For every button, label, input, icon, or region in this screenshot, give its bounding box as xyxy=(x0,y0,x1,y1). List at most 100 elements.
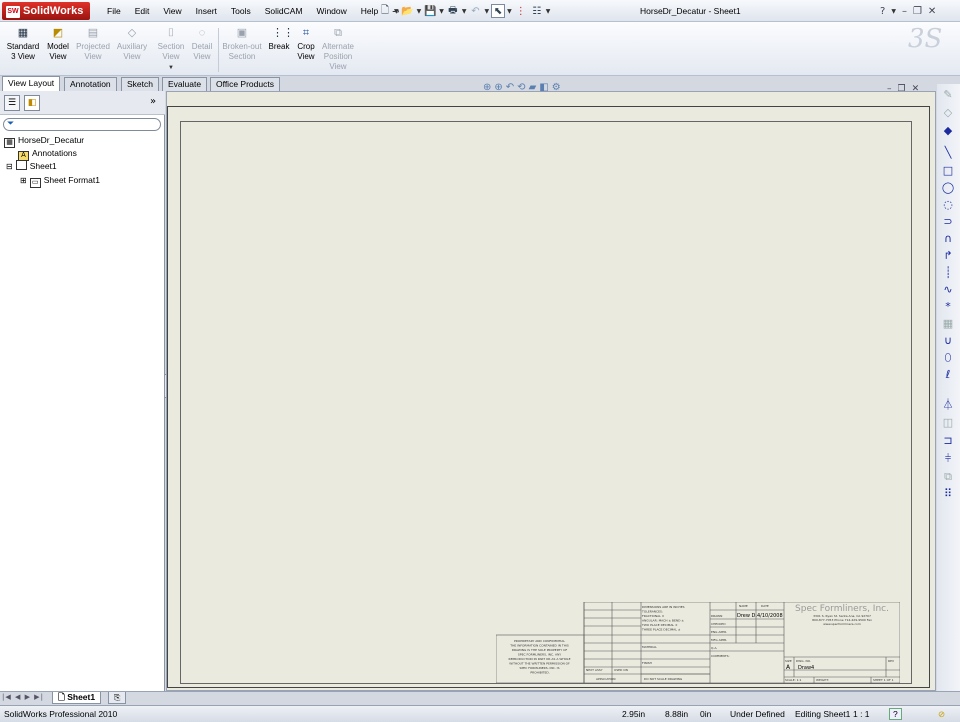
break-button[interactable]: ⋮⋮ Break xyxy=(266,26,294,52)
select-dropdown-icon[interactable]: ▼ xyxy=(507,8,512,15)
checked-label: CHECKED xyxy=(711,622,726,626)
menu-insert[interactable]: Insert xyxy=(189,6,224,16)
rotate-view-icon[interactable]: ⟲ xyxy=(517,82,525,96)
move-entities-icon[interactable]: ⧉ xyxy=(941,470,955,484)
standard-3-view-button[interactable]: ▦ Standard 3 View xyxy=(4,26,42,62)
model-view-button[interactable]: ◩ Model View xyxy=(44,26,72,62)
expand-panel-icon[interactable]: » xyxy=(150,96,156,107)
menu-view[interactable]: View xyxy=(156,6,188,16)
menu-solidcam[interactable]: SolidCAM xyxy=(258,6,310,16)
fillet-icon[interactable]: ↱ xyxy=(941,249,955,263)
partial-ellipse-icon[interactable]: ℓ xyxy=(941,368,955,382)
section-view-dropdown-icon[interactable]: ▼ xyxy=(168,65,174,71)
mirror-entities-icon[interactable]: ⫩ xyxy=(941,452,955,466)
open-folder-icon[interactable]: 📂 xyxy=(401,4,415,18)
restore-icon[interactable]: ❐ xyxy=(913,6,922,17)
graphics-restore-icon[interactable]: ❐ xyxy=(898,84,906,94)
grid-icon[interactable]: ▦ xyxy=(941,317,955,331)
save-dropdown-icon[interactable]: ▼ xyxy=(439,8,444,15)
close-icon[interactable]: ✕ xyxy=(928,6,936,17)
add-sheet-icon[interactable]: ⎘ xyxy=(108,692,127,704)
print-icon[interactable]: 🖶 xyxy=(446,4,460,18)
polygon-icon[interactable]: ⏃ xyxy=(941,398,955,412)
menu-window[interactable]: Window xyxy=(310,6,354,16)
smart-dimension-icon[interactable]: ◇ xyxy=(941,106,955,120)
offset-entities-icon[interactable]: ◫ xyxy=(941,416,955,430)
tree-item-sheet1[interactable]: ⊟ Sheet1 xyxy=(6,160,57,173)
section-view-button[interactable]: ⌷ Section View ▼ xyxy=(154,26,188,73)
zoom-to-area-icon[interactable]: ⊕ xyxy=(494,82,502,96)
detail-view-button[interactable]: ◌ Detail View xyxy=(188,26,216,62)
view-settings-icon[interactable]: ⚙ xyxy=(552,82,561,96)
sheet-scroll-buttons[interactable]: |◀ ◀ ▶ ▶| xyxy=(2,693,44,701)
drawn-date-value: 4/10/2008 xyxy=(757,613,783,619)
expand-icon[interactable]: ⊞ xyxy=(20,176,27,185)
hide-show-icon[interactable]: ◧ xyxy=(539,82,548,96)
graphics-area[interactable]: ⊕ ⊕ ↶ ⟲ ▰ ◧ ⚙ – ❐ ✕ Spec Formliners, Inc… xyxy=(166,82,936,691)
tab-annotation[interactable]: Annotation xyxy=(64,77,117,91)
minimize-icon[interactable]: – xyxy=(902,6,907,17)
new-document-icon[interactable]: 🗋 xyxy=(378,4,392,18)
drawing-sheet[interactable]: Spec Formliners, Inc. 3301 S. Ryan St. S… xyxy=(167,106,930,688)
scale-status: 1 : 1 xyxy=(853,709,870,719)
tree-root[interactable]: ▦ HorseDr_Decatur xyxy=(4,134,84,148)
spline-icon[interactable]: ∿ xyxy=(941,283,955,297)
centerline-icon[interactable]: ┊ xyxy=(941,266,955,280)
menu-file[interactable]: File xyxy=(100,6,128,16)
projected-view-button[interactable]: ▤ Projected View xyxy=(74,26,112,62)
undo-dropdown-icon[interactable]: ▼ xyxy=(485,8,490,15)
rebuild-icon[interactable]: ⊘ xyxy=(938,709,945,720)
tab-sketch[interactable]: Sketch xyxy=(121,77,159,91)
alternate-position-view-button[interactable]: ⧉ Alternate Position View xyxy=(318,26,358,72)
feature-tree-filter[interactable]: ⏷ xyxy=(3,118,161,131)
options-dropdown-icon[interactable]: ▼ xyxy=(546,8,551,15)
sketch-icon[interactable]: ✎ xyxy=(941,88,955,102)
tangent-arc-icon[interactable]: ⊃ xyxy=(941,215,955,229)
save-icon[interactable]: 💾 xyxy=(423,4,437,18)
select-cursor-icon[interactable]: ⬉ xyxy=(491,4,506,18)
previous-view-icon[interactable]: ↶ xyxy=(506,82,514,96)
company-web: www.specformliners.com xyxy=(823,622,861,626)
menu-edit[interactable]: Edit xyxy=(128,6,157,16)
pattern-icon[interactable]: ⠿ xyxy=(941,487,955,501)
auxiliary-view-button[interactable]: ◇ Auxiliary View xyxy=(114,26,150,62)
line-icon[interactable]: ╲ xyxy=(941,146,955,160)
graphics-close-icon[interactable]: ✕ xyxy=(912,84,920,94)
crop-view-button[interactable]: ⌗ Crop View xyxy=(294,26,318,62)
open-dropdown-icon[interactable]: ▼ xyxy=(417,8,422,15)
three-point-arc-icon[interactable]: ∩ xyxy=(941,232,955,246)
rectangle-icon[interactable]: □ xyxy=(941,164,955,178)
help-dropdown-icon[interactable]: ▼ xyxy=(891,8,896,15)
zoom-to-fit-icon[interactable]: ⊕ xyxy=(483,82,491,96)
new-dropdown-icon[interactable]: ▼ xyxy=(394,8,399,15)
trim-entities-icon[interactable]: ⊐ xyxy=(941,434,955,448)
options-icon[interactable]: ☷ xyxy=(530,4,544,18)
feature-manager-tab-icon[interactable]: ☰ xyxy=(4,95,20,111)
tab-sheet1[interactable]: 🗋 Sheet1 xyxy=(52,692,102,704)
button-label: Section xyxy=(228,52,256,61)
display-style-icon[interactable]: ▰ xyxy=(529,82,537,96)
solidworks-logo[interactable]: SW SolidWorks xyxy=(2,2,90,20)
broken-out-section-button[interactable]: ▣ Broken-out Section xyxy=(220,26,264,62)
tab-view-layout[interactable]: View Layout xyxy=(2,76,61,91)
property-manager-tab-icon[interactable]: ◧ xyxy=(24,95,40,111)
print-dropdown-icon[interactable]: ▼ xyxy=(462,8,467,15)
help-icon[interactable]: ? xyxy=(880,6,885,17)
u-shape-icon[interactable]: ∪ xyxy=(941,334,955,348)
centerpoint-arc-icon[interactable]: ◌ xyxy=(941,198,955,212)
collapse-icon[interactable]: ⊟ xyxy=(6,162,13,171)
tab-evaluate[interactable]: Evaluate xyxy=(162,77,208,91)
point-icon[interactable]: * xyxy=(941,300,955,314)
quick-help-icon[interactable]: ? xyxy=(889,708,902,720)
tree-item-annotations[interactable]: A Annotations xyxy=(18,147,77,161)
graphics-minimize-icon[interactable]: – xyxy=(887,84,892,94)
menu-tools[interactable]: Tools xyxy=(224,6,258,16)
undo-icon[interactable]: ↶ xyxy=(469,4,483,18)
note-icon[interactable]: ◆ xyxy=(941,124,955,138)
tree-item-sheet-format1[interactable]: ⊞ ▭ Sheet Format1 xyxy=(20,174,100,188)
tab-office-products[interactable]: Office Products xyxy=(210,77,280,91)
rebuild-traffic-light-icon[interactable]: ⋮ xyxy=(514,4,528,18)
button-label: View xyxy=(329,62,347,71)
circle-icon[interactable]: ◯ xyxy=(941,181,955,195)
ellipse-icon[interactable]: ⬯ xyxy=(941,351,955,365)
